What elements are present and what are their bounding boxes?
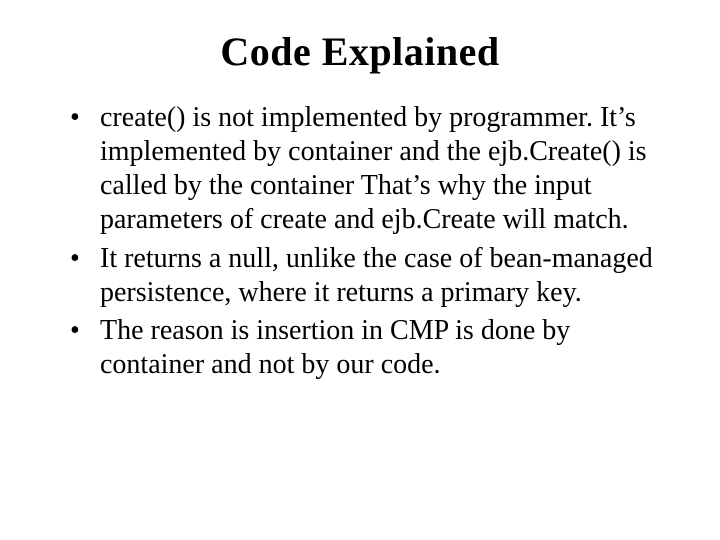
slide: Code Explained create() is not implement… (0, 0, 720, 540)
bullet-list: create() is not implemented by programme… (50, 101, 670, 382)
list-item: It returns a null, unlike the case of be… (70, 242, 670, 310)
list-item: create() is not implemented by programme… (70, 101, 670, 238)
list-item: The reason is insertion in CMP is done b… (70, 314, 670, 382)
slide-title: Code Explained (50, 28, 670, 75)
